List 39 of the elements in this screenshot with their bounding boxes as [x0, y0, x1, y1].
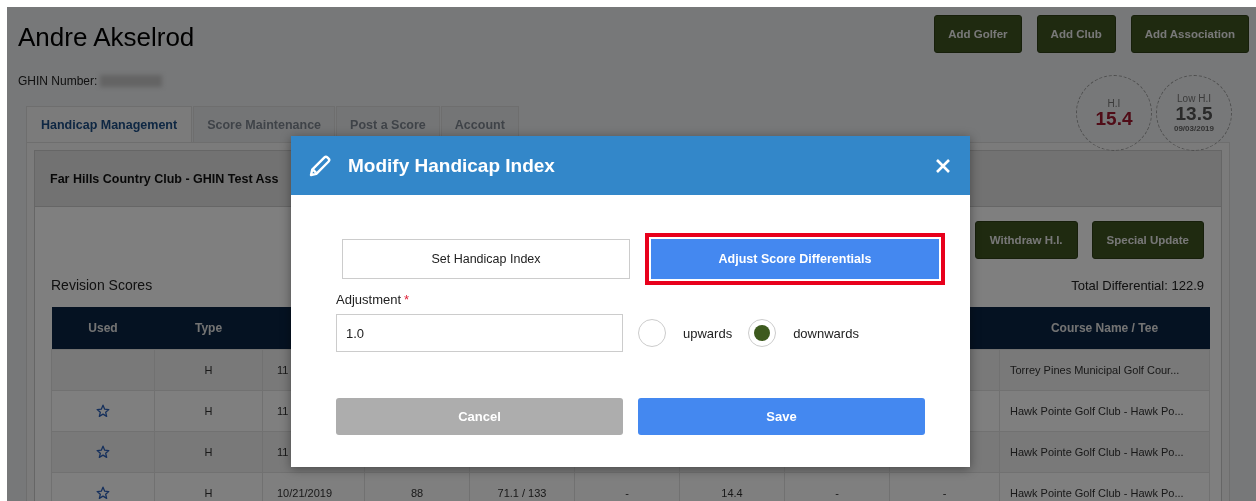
table-cell: H	[154, 349, 263, 391]
section-title: Revision Scores	[51, 277, 153, 293]
dialog-button[interactable]: Save	[638, 398, 925, 435]
adjustment-label: Adjustment	[336, 292, 402, 307]
total-differential: Total Differential: 122.9	[1071, 277, 1204, 293]
tab[interactable]: Handicap Management	[26, 106, 193, 142]
radio-button[interactable]	[748, 319, 777, 347]
index-label: H.I	[1107, 97, 1121, 109]
adjustment-field[interactable]: 1.0	[336, 314, 623, 352]
header-button[interactable]: Add Association	[1130, 15, 1249, 53]
index-date: 09/03/2019	[1173, 124, 1214, 133]
column-header: Used	[51, 307, 155, 350]
close-button[interactable]	[934, 156, 952, 175]
action-button[interactable]: Special Update	[1091, 221, 1204, 259]
radio-label: upwards	[683, 325, 733, 341]
close-icon	[934, 156, 952, 175]
column-header: Type	[154, 307, 263, 350]
header-button[interactable]: Add Club	[1036, 15, 1116, 53]
required-marker: *	[404, 292, 410, 307]
dialog-button[interactable]: Cancel	[336, 398, 623, 435]
index-value: 13.5	[1175, 104, 1213, 124]
ghin-label: GHIN Number:	[18, 74, 98, 88]
table-cell: H	[154, 431, 263, 473]
table-cell: Torrey Pines Municipal Golf Cour...	[999, 349, 1210, 391]
table-cell: H	[154, 390, 263, 432]
pencil-icon	[308, 153, 332, 178]
golfer-name: Andre Akselrod	[18, 22, 195, 53]
radio-button[interactable]	[638, 319, 666, 347]
dialog-title: Modify Handicap Index	[348, 154, 556, 177]
radio-label: downwards	[793, 325, 859, 341]
mode-toggle[interactable]: Adjust Score Differentials	[651, 239, 939, 279]
header-button[interactable]: Add Golfer	[934, 15, 1022, 53]
index-value: 15.4	[1095, 108, 1133, 129]
action-button[interactable]: Withdraw H.I.	[974, 221, 1078, 259]
index-label: Low H.I	[1177, 93, 1211, 104]
column-header: Course Name / Tee	[999, 307, 1210, 350]
table-cell: Hawk Pointe Golf Club - Hawk Po...	[999, 431, 1210, 473]
mode-toggle[interactable]: Set Handicap Index	[342, 239, 630, 279]
table-cell: Hawk Pointe Golf Club - Hawk Po...	[999, 390, 1210, 432]
